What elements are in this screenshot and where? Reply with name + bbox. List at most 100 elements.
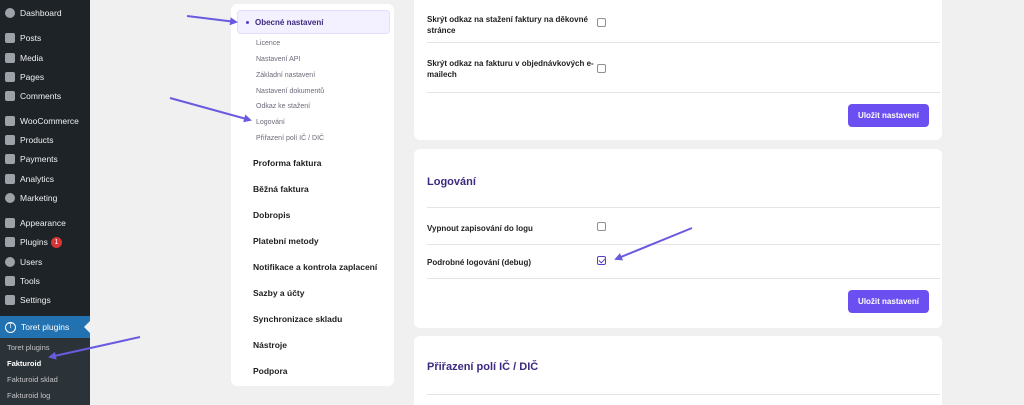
pages-icon — [5, 72, 15, 82]
nav-sazby-a-ucty[interactable]: Sazby a účty — [253, 288, 305, 298]
products-icon — [5, 135, 15, 145]
menu-pages[interactable]: Pages — [0, 67, 90, 87]
card-title-ic-dic: Přiřazení polí IČ / DIČ — [427, 361, 539, 373]
menu-payments[interactable]: Payments — [0, 149, 90, 169]
nav-bezna-faktura[interactable]: Běžná faktura — [253, 184, 309, 194]
divider — [427, 394, 940, 395]
users-icon — [5, 257, 15, 267]
label-line: stránce — [427, 26, 456, 35]
menu-label: Payments — [20, 154, 58, 164]
menu-label: Toret plugins — [21, 322, 70, 332]
save-button[interactable]: Uložit nastavení — [848, 290, 929, 313]
menu-label: Users — [20, 257, 43, 267]
payments-icon — [5, 154, 15, 164]
menu-tools[interactable]: Tools — [0, 271, 90, 291]
divider — [427, 278, 940, 279]
nav-notifikace[interactable]: Notifikace a kontrola zaplacení — [253, 262, 377, 272]
tools-icon — [5, 276, 15, 286]
menu-comments[interactable]: Comments — [0, 86, 90, 106]
row-label-hide-email-link: Skrýt odkaz na fakturu v objednávkových … — [427, 58, 594, 80]
menu-label: Marketing — [20, 193, 58, 203]
toret-submenu: Toret plugins Fakturoid Fakturoid sklad … — [0, 338, 90, 405]
label-line: Skrýt odkaz na stažení faktury na děkovn… — [427, 15, 588, 24]
nav-podpora[interactable]: Podpora — [253, 366, 287, 376]
menu-label: Tools — [20, 276, 40, 286]
woocommerce-icon — [5, 116, 15, 126]
menu-settings[interactable]: Settings — [0, 290, 90, 310]
row-label-debug-log: Podrobné logování (debug) — [427, 258, 531, 267]
menu-woocommerce[interactable]: WooCommerce — [0, 111, 90, 131]
menu-plugins[interactable]: Plugins 1 — [0, 232, 90, 252]
nav-sub-prirazeni-poli[interactable]: Přiřazení polí IČ / DIČ — [256, 135, 324, 142]
settings-icon — [5, 295, 15, 305]
plugins-icon — [5, 237, 15, 247]
nav-synchronizace-skladu[interactable]: Synchronizace skladu — [253, 314, 342, 324]
settings-card-links: Skrýt odkaz na stažení faktury na děkovn… — [414, 0, 942, 140]
checkbox-debug-log[interactable] — [597, 256, 606, 265]
submenu-fakturoid[interactable]: Fakturoid — [7, 359, 41, 368]
nav-active-label: Obecné nastavení — [255, 17, 324, 27]
menu-toret-plugins[interactable]: T Toret plugins — [0, 316, 90, 338]
nav-sub-licence[interactable]: Licence — [256, 40, 280, 47]
update-count-badge: 1 — [50, 236, 62, 248]
media-icon — [5, 53, 15, 63]
active-dot-icon — [246, 20, 249, 24]
row-label-hide-download-link: Skrýt odkaz na stažení faktury na děkovn… — [427, 14, 588, 36]
row-label-disable-log: Vypnout zapisování do logu — [427, 224, 533, 233]
divider — [427, 207, 940, 208]
divider — [427, 42, 940, 43]
divider — [427, 244, 940, 245]
label-line: mailech — [427, 70, 457, 79]
comments-icon — [5, 91, 15, 101]
nav-sub-zakladni-nastaveni[interactable]: Základní nastavení — [256, 72, 315, 79]
appearance-icon — [5, 218, 15, 228]
checkbox-hide-download-link[interactable] — [597, 18, 606, 27]
menu-label: Comments — [20, 91, 62, 101]
divider — [427, 92, 940, 93]
nav-sub-logovani[interactable]: Logování — [256, 119, 285, 126]
menu-users[interactable]: Users — [0, 252, 90, 272]
nav-nastroje[interactable]: Nástroje — [253, 340, 287, 350]
nav-platebni-metody[interactable]: Platební metody — [253, 236, 319, 246]
menu-label: Products — [20, 135, 54, 145]
menu-label: Dashboard — [20, 8, 62, 18]
menu-label: Settings — [20, 295, 51, 305]
menu-media[interactable]: Media — [0, 48, 90, 68]
arrow-icon — [186, 15, 238, 26]
menu-label: Pages — [20, 72, 45, 82]
settings-nav: Obecné nastavení Licence Nastavení API Z… — [231, 4, 394, 386]
nav-sub-nastaveni-dokumentu[interactable]: Nastavení dokumentů — [256, 88, 324, 95]
label-line: Skrýt odkaz na fakturu v objednávkových … — [427, 59, 594, 68]
menu-appearance[interactable]: Appearance — [0, 213, 90, 233]
settings-card-ic-dic: Přiřazení polí IČ / DIČ — [414, 336, 942, 405]
nav-item-obecne-nastaveni[interactable]: Obecné nastavení — [237, 10, 390, 34]
nav-sub-odkaz-ke-stazeni[interactable]: Odkaz ke stažení — [256, 103, 310, 110]
menu-label: Appearance — [20, 218, 66, 228]
submenu-fakturoid-log[interactable]: Fakturoid log — [7, 391, 50, 400]
submenu-fakturoid-sklad[interactable]: Fakturoid sklad — [7, 375, 58, 384]
toret-icon: T — [5, 321, 16, 333]
submenu-toret-plugins[interactable]: Toret plugins — [7, 343, 50, 352]
save-button[interactable]: Uložit nastavení — [848, 104, 929, 127]
menu-label: Analytics — [20, 174, 55, 184]
menu-marketing[interactable]: Marketing — [0, 188, 90, 208]
checkbox-hide-email-link[interactable] — [597, 64, 606, 73]
checkbox-disable-log[interactable] — [597, 222, 606, 231]
card-title-logging: Logování — [427, 176, 476, 188]
nav-proforma-faktura[interactable]: Proforma faktura — [253, 158, 322, 168]
marketing-icon — [5, 193, 15, 203]
menu-products[interactable]: Products — [0, 130, 90, 150]
posts-icon — [5, 33, 15, 43]
menu-label: WooCommerce — [20, 116, 79, 126]
settings-card-logging: Logování Vypnout zapisování do logu Podr… — [414, 149, 942, 328]
menu-analytics[interactable]: Analytics — [0, 169, 90, 189]
dashboard-icon — [5, 8, 15, 18]
menu-dashboard[interactable]: Dashboard — [0, 3, 90, 23]
menu-label: Media — [20, 53, 44, 63]
nav-sub-nastaveni-api[interactable]: Nastavení API — [256, 56, 300, 63]
menu-label: Posts — [20, 33, 42, 43]
menu-posts[interactable]: Posts — [0, 28, 90, 48]
nav-dobropis[interactable]: Dobropis — [253, 210, 290, 220]
menu-label: Plugins — [20, 237, 48, 247]
analytics-icon — [5, 174, 15, 184]
